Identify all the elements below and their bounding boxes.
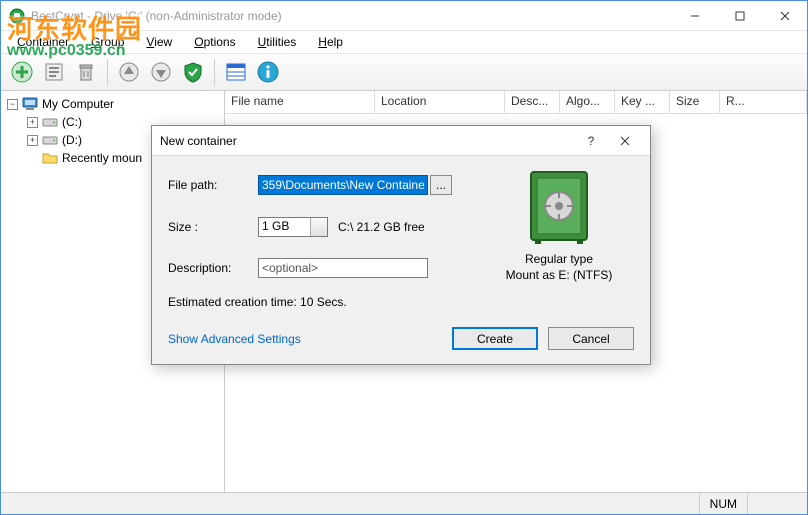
col-size[interactable]: Size (670, 91, 720, 113)
mount-button[interactable] (114, 57, 144, 87)
window-title: BestCrypt - Drive 'C:' (non-Administrato… (31, 9, 672, 23)
list-header: File name Location Desc... Algo... Key .… (225, 91, 807, 114)
toolbar-separator (107, 59, 108, 85)
description-label: Description: (168, 261, 248, 275)
maximize-button[interactable] (717, 1, 762, 30)
view-button[interactable] (221, 57, 251, 87)
filepath-label: File path: (168, 178, 248, 192)
create-button[interactable]: Create (452, 327, 538, 350)
show-advanced-link[interactable]: Show Advanced Settings (168, 332, 301, 346)
tree-root-label: My Computer (42, 97, 114, 111)
app-icon (9, 8, 25, 24)
collapse-icon[interactable]: − (7, 99, 18, 110)
col-description[interactable]: Desc... (505, 91, 560, 113)
description-input[interactable] (258, 258, 428, 278)
col-key[interactable]: Key ... (615, 91, 670, 113)
cancel-button[interactable]: Cancel (548, 327, 634, 350)
size-input[interactable]: 1 GB (258, 217, 328, 237)
dialog-help-button[interactable]: ? (574, 128, 608, 154)
menu-utilities[interactable]: Utilities (248, 33, 307, 51)
tree-recent-label: Recently moun (62, 151, 142, 165)
free-space-label: C:\ 21.2 GB free (338, 220, 425, 234)
dialog-title-bar[interactable]: New container ? (152, 126, 650, 156)
tree-drive-d-label: (D:) (62, 133, 82, 147)
safe-icon (527, 170, 591, 246)
minimize-button[interactable] (672, 1, 717, 30)
container-type-preview: Regular type Mount as E: (NTFS) (484, 170, 634, 283)
toolbar (1, 53, 807, 91)
col-r[interactable]: R... (720, 91, 807, 113)
menu-group[interactable]: Group (81, 33, 134, 51)
tree-root[interactable]: − My Computer (3, 95, 222, 113)
size-label: Size : (168, 220, 248, 234)
expand-icon[interactable]: + (27, 135, 38, 146)
spinner-up-icon[interactable] (317, 221, 323, 225)
dialog-title: New container (160, 134, 574, 148)
info-button[interactable] (253, 57, 283, 87)
title-bar: BestCrypt - Drive 'C:' (non-Administrato… (1, 1, 807, 31)
container-type-line2: Mount as E: (NTFS) (506, 268, 613, 284)
menu-options[interactable]: Options (184, 33, 245, 51)
menu-view[interactable]: View (136, 33, 182, 51)
container-type-line1: Regular type (506, 252, 613, 268)
menu-bar: Container Group View Options Utilities H… (1, 31, 807, 53)
dismount-button[interactable] (146, 57, 176, 87)
computer-icon (22, 96, 38, 112)
col-filename[interactable]: File name (225, 91, 375, 113)
new-container-button[interactable] (7, 57, 37, 87)
drive-icon (42, 132, 58, 148)
status-bar: NUM (1, 492, 807, 514)
new-container-dialog: New container ? File path: ... (151, 125, 651, 365)
drive-icon (42, 114, 58, 130)
properties-button[interactable] (39, 57, 69, 87)
container-type-caption: Regular type Mount as E: (NTFS) (506, 252, 613, 283)
guard-button[interactable] (178, 57, 208, 87)
status-num: NUM (699, 493, 747, 514)
size-value: 1 GB (262, 219, 289, 233)
col-location[interactable]: Location (375, 91, 505, 113)
folder-icon (42, 150, 58, 166)
menu-help[interactable]: Help (308, 33, 353, 51)
dialog-close-button[interactable] (608, 128, 642, 154)
dialog-body: File path: ... (152, 156, 650, 364)
col-algorithm[interactable]: Algo... (560, 91, 615, 113)
toolbar-separator (214, 59, 215, 85)
expand-icon[interactable]: + (27, 117, 38, 128)
tree-drive-c-label: (C:) (62, 115, 82, 129)
spinner-down-icon[interactable] (317, 229, 323, 233)
estimated-time-label: Estimated creation time: 10 Secs. (168, 295, 474, 309)
menu-container[interactable]: Container (7, 33, 79, 51)
browse-button[interactable]: ... (430, 175, 452, 195)
filepath-input[interactable] (258, 175, 428, 195)
delete-button[interactable] (71, 57, 101, 87)
status-empty (747, 493, 807, 514)
close-button[interactable] (762, 1, 807, 30)
